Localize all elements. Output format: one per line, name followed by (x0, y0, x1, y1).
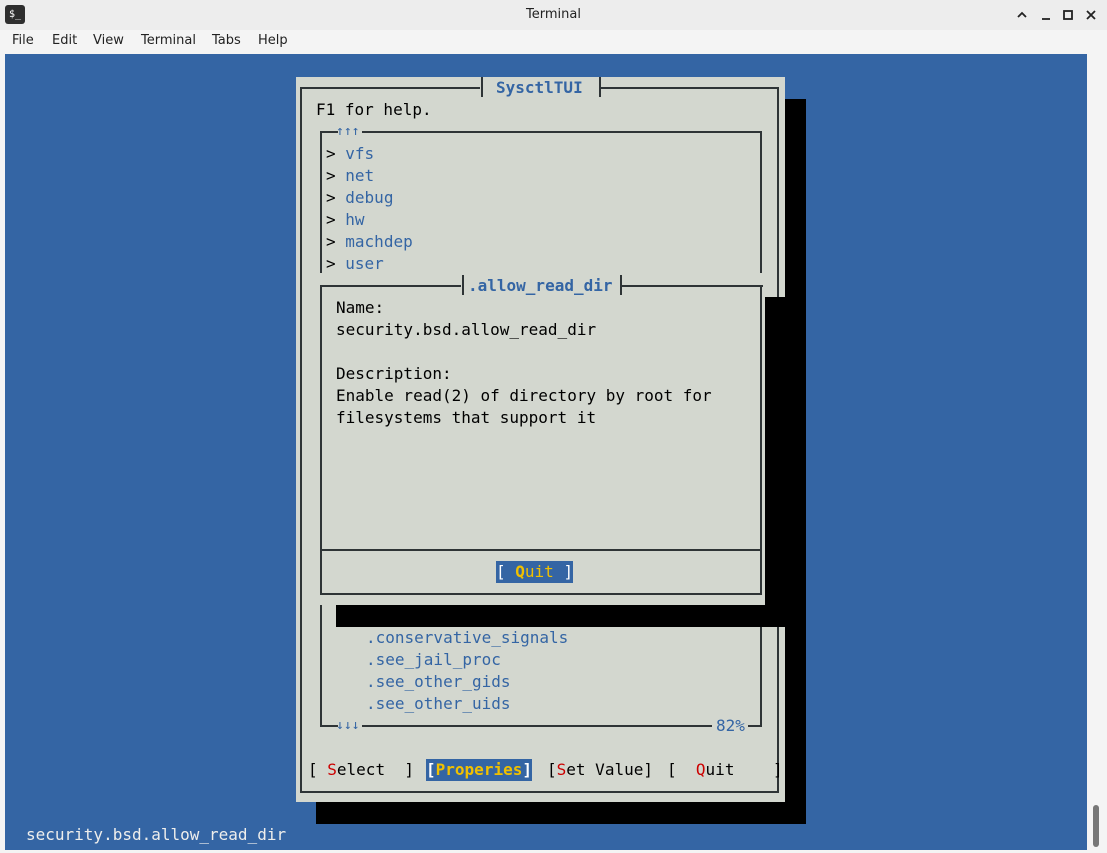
popup-title-tick-right (620, 275, 622, 295)
menu-view[interactable]: View (93, 30, 124, 52)
popup-shadow-bottom (336, 605, 786, 627)
button-hotkey: S (556, 760, 567, 779)
tree-item[interactable]: > debug (326, 187, 393, 209)
button-hotkey: Q (515, 562, 525, 581)
button-bracket: ] (404, 760, 414, 779)
dialog-shadow-bottom (316, 802, 806, 824)
scrollbar-thumb[interactable] (1093, 805, 1099, 847)
frame-top-left (300, 87, 480, 89)
scroll-percent: 82% (716, 716, 745, 735)
tree-arrow: > (326, 254, 336, 273)
name-value: security.bsd.allow_read_dir (336, 320, 597, 339)
popup-title: .allow_read_dir (468, 276, 613, 295)
list-frame-top-right (362, 131, 762, 133)
properties-popup: .allow_read_dir Name: security.bsd.allow… (316, 275, 765, 605)
tree-item-label: vfs (345, 144, 375, 163)
properties-button[interactable]: [Properies] (426, 759, 532, 781)
menu-edit[interactable]: Edit (52, 30, 77, 52)
title-tick-left (481, 77, 483, 97)
list-item[interactable]: .conservative_signals (366, 627, 568, 649)
tree-arrow: > (326, 166, 336, 185)
frame-bottom (300, 791, 779, 793)
list-frame-left (320, 131, 322, 273)
tree-item-label: user (345, 254, 384, 273)
list-frame-bottom-right (748, 725, 762, 727)
button-hotkey: P (435, 760, 446, 779)
tree-item[interactable]: > hw (326, 209, 365, 231)
quit-button[interactable]: [ Quit ] (667, 759, 783, 781)
list-item[interactable]: .see_other_gids (366, 671, 511, 693)
menu-tabs[interactable]: Tabs (212, 30, 241, 52)
button-bracket: ] (643, 760, 653, 779)
tree-item-label: hw (345, 210, 365, 229)
menu-terminal[interactable]: Terminal (141, 30, 196, 52)
frame-left (300, 87, 302, 793)
name-label: Name: (336, 298, 385, 317)
popup-shadow-right (765, 297, 786, 627)
button-label: roperies (445, 760, 523, 779)
tree-arrow: > (326, 188, 336, 207)
maximize-icon[interactable] (1058, 4, 1078, 26)
button-bracket: [ (667, 760, 696, 779)
tree-item-label: machdep (345, 232, 413, 251)
button-label: elect (336, 760, 405, 779)
tree-item[interactable]: > net (326, 165, 374, 187)
description-line: Enable read(2) of directory by root for (336, 386, 712, 405)
menu-help[interactable]: Help (258, 30, 288, 52)
scroll-up-indicator[interactable]: ↑↑↑ (336, 121, 359, 143)
button-bracket: ] (772, 760, 783, 779)
list-item[interactable]: .see_jail_proc (366, 649, 501, 671)
button-bracket: ] (553, 562, 574, 581)
popup-frame-top-left (320, 285, 461, 287)
popup-divider (320, 549, 762, 551)
popup-frame-bottom (320, 593, 762, 595)
terminal-scrollbar[interactable] (1088, 54, 1107, 850)
status-line: security.bsd.allow_read_dir (26, 825, 287, 844)
tree-arrow: > (326, 232, 336, 251)
description-label: Description: (336, 364, 452, 383)
list-frame-right (760, 131, 762, 273)
tree-arrow: > (326, 144, 336, 163)
popup-title-tick-left (462, 275, 464, 295)
chevron-up-icon[interactable] (1012, 4, 1032, 26)
tree-item[interactable]: > vfs (326, 143, 374, 165)
button-bracket: [ (547, 760, 557, 779)
frame-top-right (600, 87, 779, 89)
tree-item[interactable]: > machdep (326, 231, 413, 253)
window-titlebar: $_ Terminal (0, 0, 1107, 31)
button-hotkey: Q (695, 760, 706, 779)
button-bracket: [ (496, 562, 516, 581)
dialog-title: SysctlTUI (496, 78, 583, 97)
button-bracket: ] (522, 760, 532, 779)
tree-item-label: debug (345, 188, 394, 207)
menu-file[interactable]: File (12, 30, 34, 52)
list-item[interactable]: .see_other_uids (366, 693, 511, 715)
close-icon[interactable] (1081, 4, 1101, 26)
button-label: uit (524, 562, 554, 581)
dialog-shadow-right (785, 99, 806, 824)
button-bracket: [ (308, 760, 328, 779)
list-frame-left-lower (320, 605, 322, 727)
popup-frame-top-right (622, 285, 763, 287)
button-hotkey: S (327, 760, 337, 779)
menubar: File Edit View Terminal Tabs Help (0, 30, 1107, 52)
button-label: uit (705, 760, 773, 779)
set-value-button[interactable]: [Set Value] (547, 759, 653, 781)
button-bracket: [ (426, 760, 436, 779)
tree-item-label: net (345, 166, 375, 185)
terminal-screen[interactable]: SysctlTUI F1 for help. ↑↑↑ > vfs > net >… (5, 54, 1087, 850)
popup-quit-button[interactable]: [ Quit ] (496, 561, 574, 583)
select-button[interactable]: [ Select ] (308, 759, 414, 781)
scroll-down-indicator[interactable]: ↓↓↓ (336, 715, 359, 737)
list-frame-bottom-mid (362, 725, 712, 727)
window-title: Terminal (526, 7, 581, 22)
title-tick-right (599, 77, 601, 97)
button-label: et Value (566, 760, 644, 779)
minimize-icon[interactable] (1036, 4, 1056, 26)
tree-item[interactable]: > user (326, 253, 384, 275)
tree-arrow: > (326, 210, 336, 229)
help-hint: F1 for help. (316, 100, 432, 119)
description-line: filesystems that support it (336, 408, 597, 427)
